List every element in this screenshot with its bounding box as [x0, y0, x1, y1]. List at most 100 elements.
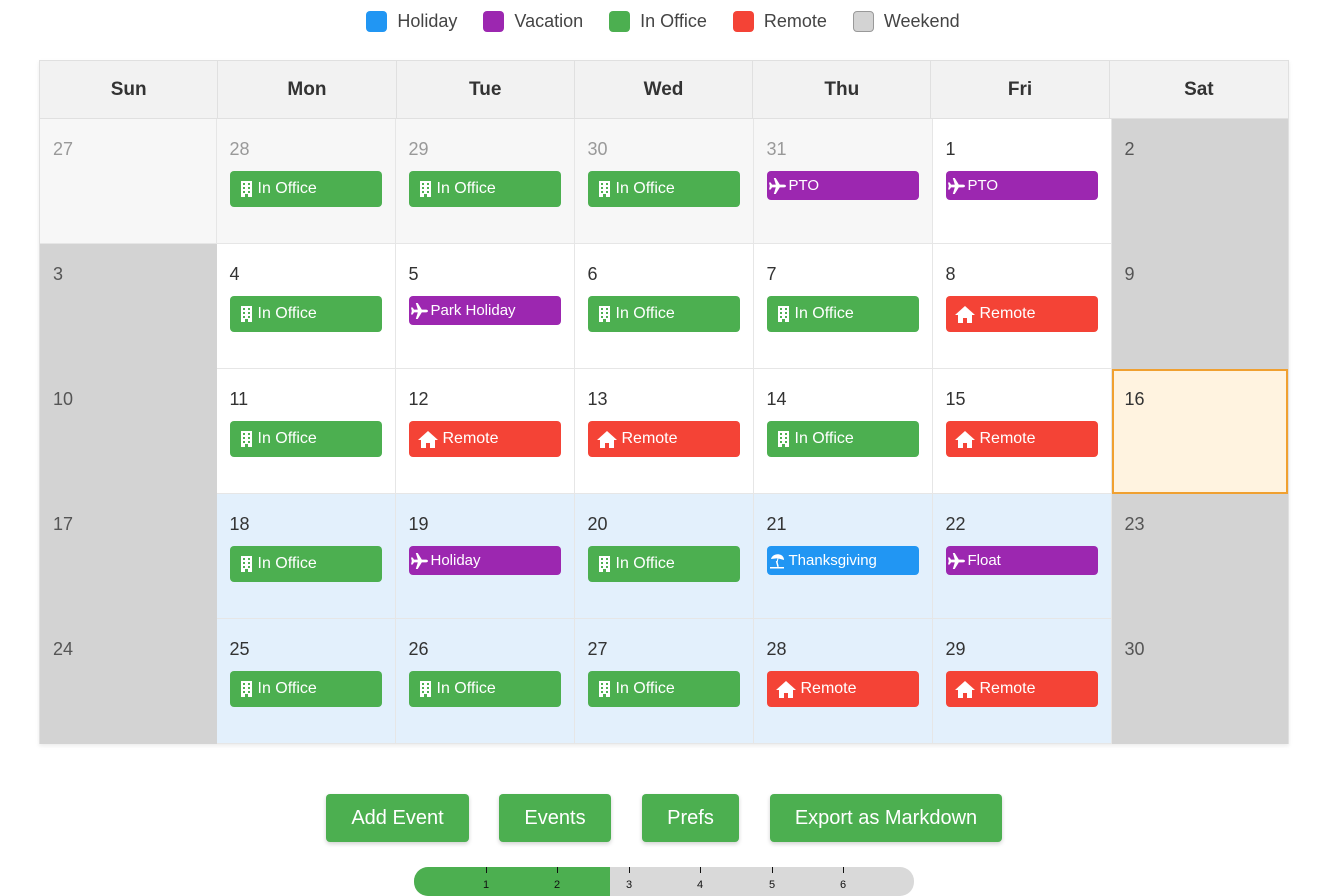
event-chip-holiday[interactable]: Thanksgiving: [766, 546, 919, 575]
event-chip-office[interactable]: In Office: [229, 421, 382, 457]
slider-fill: [414, 867, 610, 896]
day-cell[interactable]: 19 Holiday: [395, 494, 575, 619]
day-cell[interactable]: 14 In Office: [753, 369, 933, 494]
slider-tick: [629, 867, 630, 873]
day-number: 28: [766, 639, 787, 659]
event-chip-office[interactable]: In Office: [587, 171, 740, 207]
house-icon: [596, 430, 618, 448]
event-chip-remote[interactable]: Remote: [945, 671, 1098, 707]
event-chip-remote[interactable]: Remote: [766, 671, 919, 707]
event-label: Remote: [800, 680, 857, 697]
export-markdown-button[interactable]: Export as Markdown: [770, 794, 1002, 842]
event-label: Remote: [979, 680, 1036, 697]
day-cell[interactable]: 28 Remote: [753, 619, 933, 744]
events-button[interactable]: Events: [499, 794, 611, 842]
legend-swatch: [483, 10, 505, 32]
event-chip-office[interactable]: In Office: [587, 296, 740, 332]
building-icon: [775, 305, 793, 323]
event-chip-office[interactable]: In Office: [408, 171, 561, 207]
day-cell[interactable]: 1 PTO: [932, 119, 1112, 244]
building-icon: [238, 680, 256, 698]
day-cell[interactable]: 13 Remote: [574, 369, 754, 494]
event-chip-vacation[interactable]: PTO: [766, 171, 919, 200]
day-cell[interactable]: 6 In Office: [574, 244, 754, 369]
day-cell[interactable]: 18 In Office: [216, 494, 396, 619]
slider-tick-label: 6: [839, 879, 847, 891]
event-chip-office[interactable]: In Office: [229, 171, 382, 207]
day-cell[interactable]: 17: [40, 494, 217, 619]
building-icon: [596, 305, 614, 323]
day-cell[interactable]: 27 In Office: [574, 619, 754, 744]
event-chip-remote[interactable]: Remote: [945, 421, 1098, 457]
day-cell[interactable]: 2: [1111, 119, 1288, 244]
day-cell[interactable]: 26 In Office: [395, 619, 575, 744]
building-icon: [238, 430, 256, 448]
day-cell[interactable]: 20 In Office: [574, 494, 754, 619]
event-chip-office[interactable]: In Office: [766, 421, 919, 457]
event-label: In Office: [615, 555, 675, 572]
prefs-button[interactable]: Prefs: [642, 794, 739, 842]
weekday-header: Sun Mon Tue Wed Thu Fri Sat: [40, 61, 1288, 119]
day-cell[interactable]: 25 In Office: [216, 619, 396, 744]
event-label: In Office: [615, 180, 675, 197]
day-number: 18: [229, 514, 250, 534]
day-cell[interactable]: 3: [40, 244, 217, 369]
day-cell[interactable]: 11 In Office: [216, 369, 396, 494]
range-slider[interactable]: 1 2 3 4 5 6: [414, 867, 914, 896]
event-chip-office[interactable]: In Office: [587, 671, 740, 707]
day-cell[interactable]: 27: [40, 119, 217, 244]
weekday-label: Mon: [218, 61, 397, 118]
day-cell[interactable]: 12 Remote: [395, 369, 575, 494]
day-cell[interactable]: 10: [40, 369, 217, 494]
event-chip-office[interactable]: In Office: [229, 546, 382, 582]
building-icon: [417, 680, 435, 698]
day-cell[interactable]: 28 In Office: [216, 119, 396, 244]
day-cell[interactable]: 9: [1111, 244, 1288, 369]
day-cell[interactable]: 31 PTO: [753, 119, 933, 244]
event-label: Thanksgiving: [788, 552, 877, 569]
day-cell[interactable]: 22 Float: [932, 494, 1112, 619]
day-cell[interactable]: 29 In Office: [395, 119, 575, 244]
day-cell[interactable]: 21 Thanksgiving: [753, 494, 933, 619]
weekday-label: Sun: [40, 61, 219, 118]
day-number: 29: [945, 639, 966, 659]
event-chip-office[interactable]: In Office: [229, 296, 382, 332]
event-chip-office[interactable]: In Office: [408, 671, 561, 707]
legend-item: Holiday: [366, 10, 458, 32]
day-cell[interactable]: 5 Park Holiday: [395, 244, 575, 369]
event-chip-vacation[interactable]: Park Holiday: [408, 296, 561, 325]
day-cell[interactable]: 8 Remote: [932, 244, 1112, 369]
slider-tick-label: 1: [482, 879, 490, 891]
day-cell[interactable]: 4 In Office: [216, 244, 396, 369]
legend-label: Holiday: [397, 10, 458, 31]
event-chip-remote[interactable]: Remote: [587, 421, 740, 457]
event-chip-vacation[interactable]: Holiday: [408, 546, 561, 575]
event-label: Remote: [621, 430, 678, 447]
slider-tick: [557, 867, 558, 873]
day-number: 10: [53, 389, 74, 409]
day-cell[interactable]: 24: [40, 619, 217, 744]
house-icon: [417, 430, 439, 448]
event-chip-vacation[interactable]: Float: [945, 546, 1098, 575]
building-icon: [596, 180, 614, 198]
day-number: 17: [53, 514, 74, 534]
building-icon: [238, 305, 256, 323]
slider-tick: [700, 867, 701, 873]
day-cell[interactable]: 7 In Office: [753, 244, 933, 369]
event-chip-remote[interactable]: Remote: [945, 296, 1098, 332]
add-event-button[interactable]: Add Event: [326, 794, 469, 842]
event-chip-remote[interactable]: Remote: [408, 421, 561, 457]
day-cell[interactable]: 29 Remote: [932, 619, 1112, 744]
day-cell-today[interactable]: 16: [1111, 369, 1288, 494]
event-chip-office[interactable]: In Office: [587, 546, 740, 582]
day-cell[interactable]: 30 In Office: [574, 119, 754, 244]
day-cell[interactable]: 23: [1111, 494, 1288, 619]
day-number: 2: [1124, 139, 1135, 159]
day-cell[interactable]: 15 Remote: [932, 369, 1112, 494]
event-label: Remote: [979, 430, 1036, 447]
event-chip-vacation[interactable]: PTO: [945, 171, 1098, 200]
day-cell[interactable]: 30: [1111, 619, 1288, 744]
event-chip-office[interactable]: In Office: [766, 296, 919, 332]
day-number: 22: [945, 514, 966, 534]
event-chip-office[interactable]: In Office: [229, 671, 382, 707]
